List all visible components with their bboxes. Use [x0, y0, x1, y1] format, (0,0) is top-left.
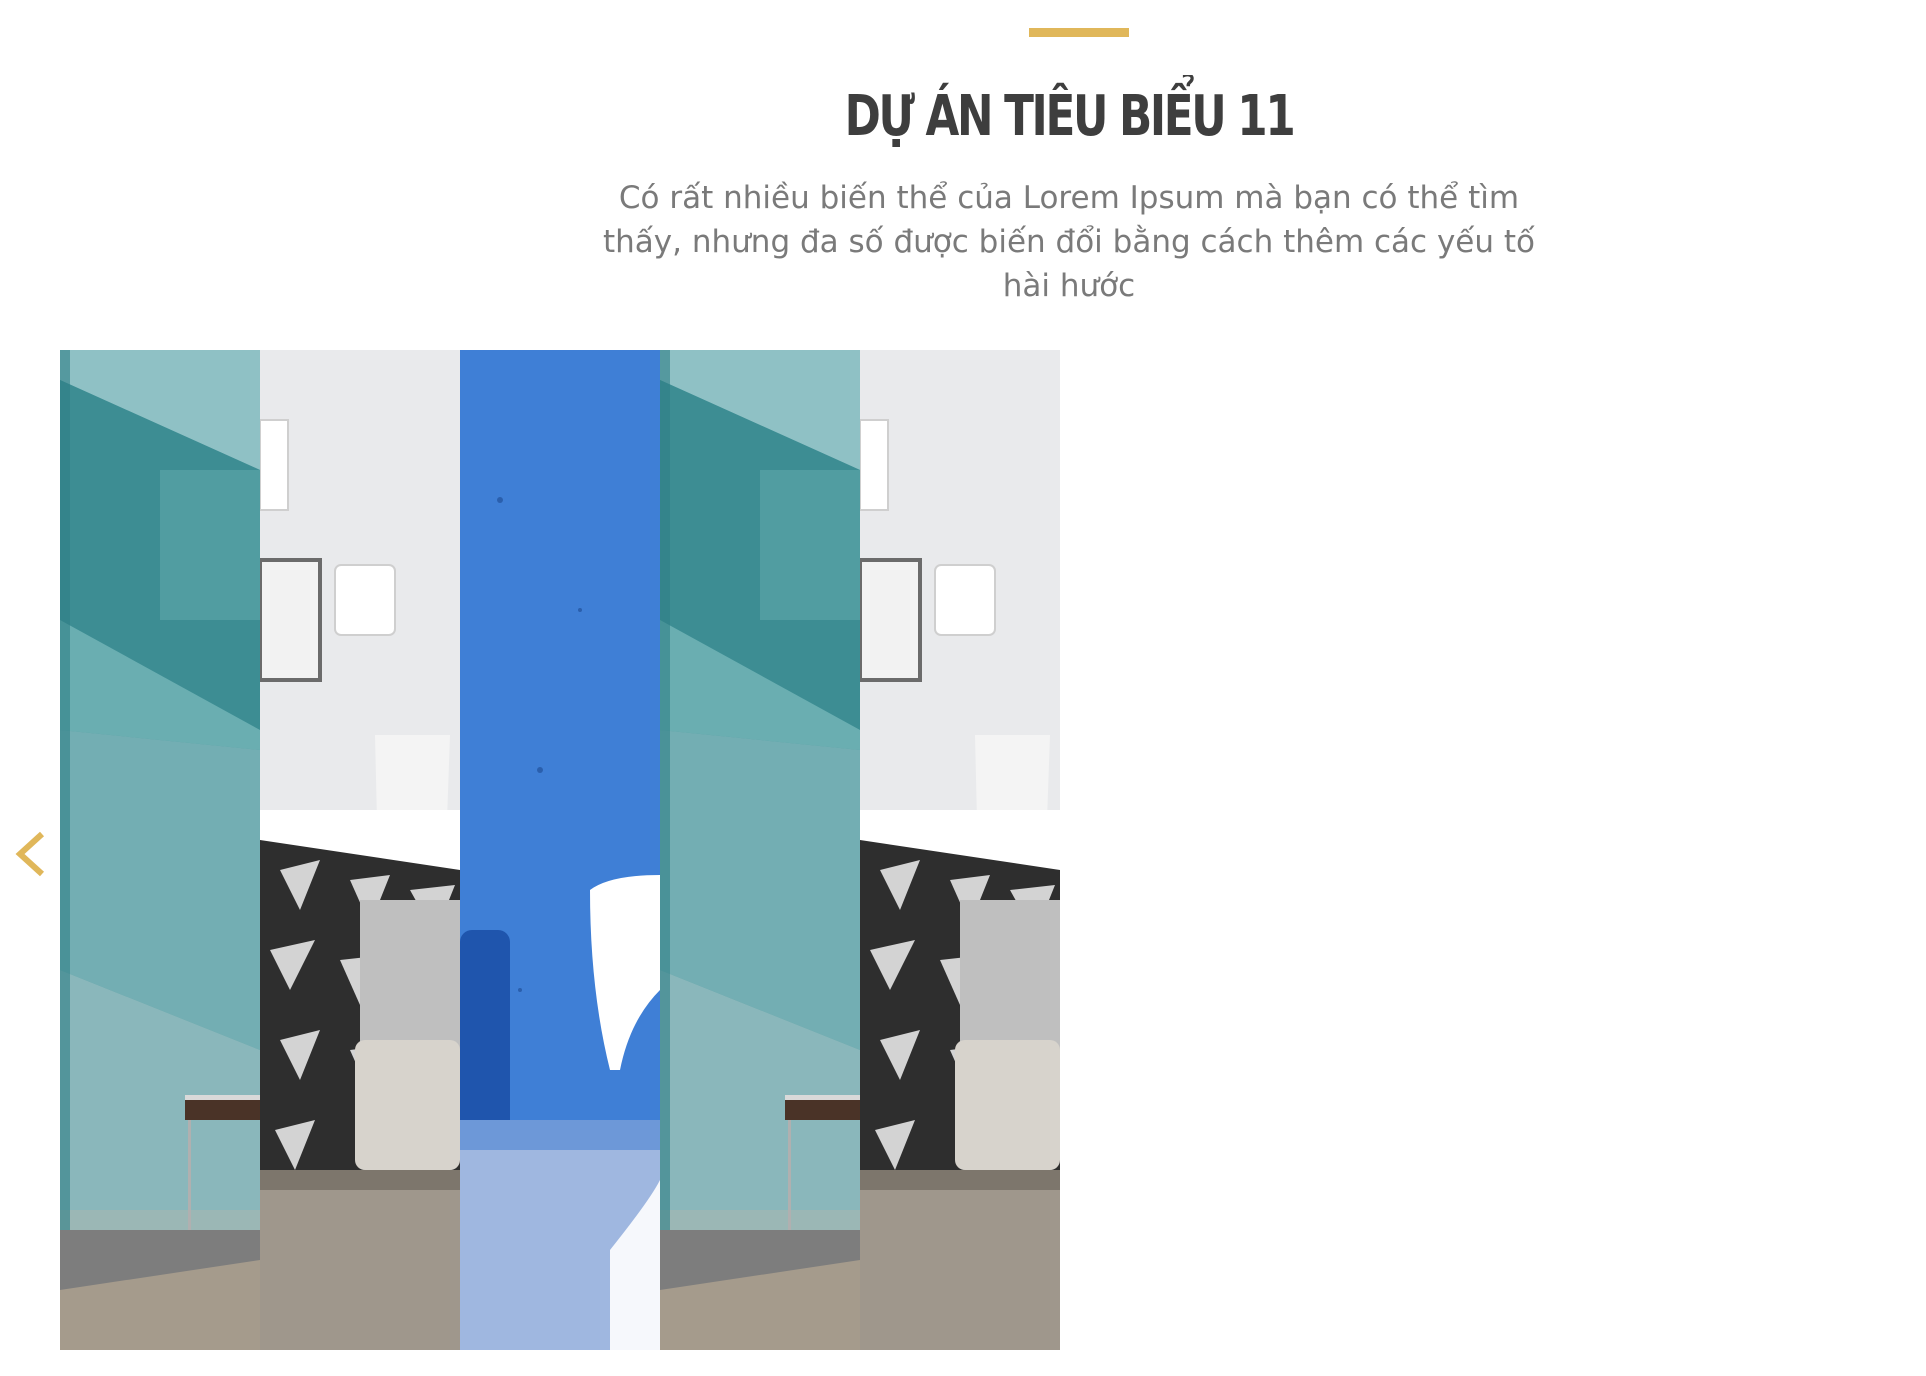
gallery-panel-teal-wall[interactable]: [60, 350, 260, 1350]
accent-divider: [1029, 28, 1129, 37]
section-title: DỰ ÁN TIÊU BIỂU 11: [844, 84, 1296, 149]
featured-projects-section: DỰ ÁN TIÊU BIỂU 11 Có rất nhiều biến thể…: [0, 0, 1926, 1376]
gallery-panel-teal-wall-2[interactable]: [660, 350, 860, 1350]
gallery-panel-blue-wall[interactable]: [460, 350, 660, 1350]
bedroom-image: [860, 350, 1060, 1350]
section-description: Có rất nhiều biến thể của Lorem Ipsum mà…: [603, 180, 1535, 304]
project-gallery[interactable]: [60, 350, 1060, 1350]
chevron-left-icon: [15, 831, 45, 877]
carousel-prev-button[interactable]: [10, 828, 54, 880]
bedroom-image: [260, 350, 460, 1350]
teal-wall-image: [60, 350, 260, 1350]
teal-wall-image: [660, 350, 860, 1350]
gallery-panel-bedroom[interactable]: [260, 350, 460, 1350]
gallery-panel-bedroom-2[interactable]: [860, 350, 1060, 1350]
blue-wall-image: [460, 350, 660, 1350]
